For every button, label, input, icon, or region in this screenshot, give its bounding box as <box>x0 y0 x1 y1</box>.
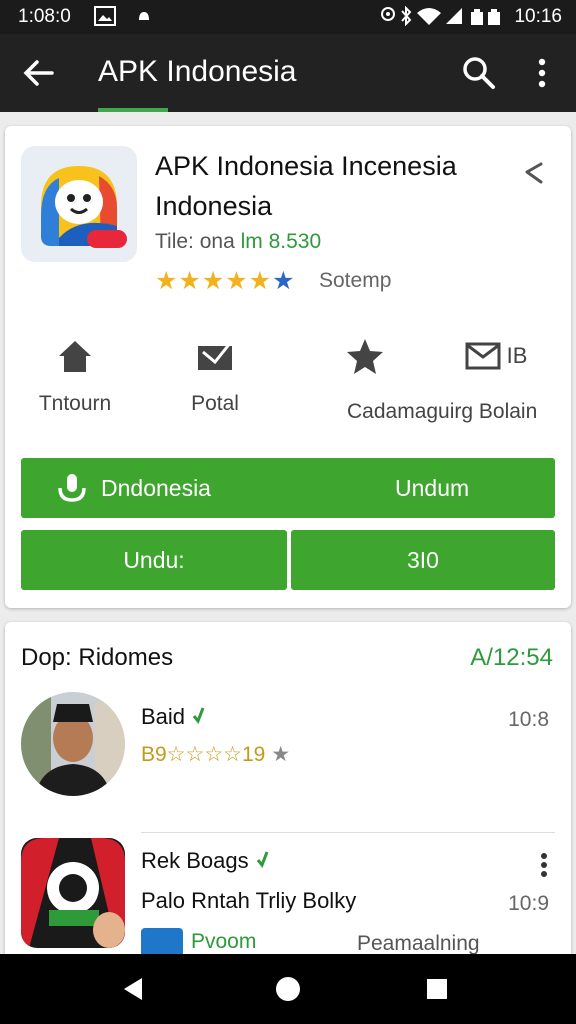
action-portal-label: Potal <box>191 392 239 415</box>
reviews-header-time: A/12:54 <box>470 644 553 671</box>
meta-prefix: Tile: ona <box>155 230 235 253</box>
reviewer-avatar <box>21 692 125 796</box>
divider <box>141 832 555 833</box>
app-bar: APK Indonesia <box>0 34 576 112</box>
action-mail-label: IB <box>506 343 528 368</box>
app-logo-icon <box>21 146 137 262</box>
install-button-secondary-label: Undum <box>395 475 470 501</box>
install-button[interactable]: Dndonesia Undum <box>21 458 555 518</box>
app-meta: Tile: ona lm 8.530 <box>155 230 321 254</box>
status-bar: 1:08:0 10:16 <box>0 0 576 34</box>
rating-label: Sotemp <box>319 269 392 292</box>
action-home[interactable]: Tntourn <box>25 336 125 436</box>
system-nav-bar <box>0 954 576 1024</box>
notification-icon <box>139 12 149 20</box>
app-name: APK Indonesia Incenesia Indonesia <box>155 151 457 221</box>
meta-value: lm 8.530 <box>240 230 322 253</box>
version-button[interactable]: 3I0 <box>291 530 555 590</box>
search-icon[interactable] <box>460 54 498 92</box>
action-mail[interactable]: IB <box>441 336 551 436</box>
action-home-label: Tntourn <box>38 392 112 415</box>
status-clock: 10:16 <box>514 6 562 27</box>
rating-row: ★★★★★★ Sotemp <box>155 266 415 296</box>
star-icon <box>347 339 383 374</box>
action-portal[interactable]: Potal <box>165 336 265 436</box>
page-title: APK Indonesia <box>98 55 297 88</box>
signal-icon <box>446 8 462 24</box>
tag-label: Pvoom <box>191 930 257 953</box>
review-item[interactable]: Baid 10:8 B9☆☆☆☆19 ★ <box>5 688 571 818</box>
reviewer-name: Rek Boags <box>141 848 269 874</box>
review-item[interactable]: Rek Boags Palo Rntah Trliy Bolky 10:9 Pv… <box>5 832 571 962</box>
rating-stars: ★★★★★★ <box>155 267 296 295</box>
bluetooth-icon <box>401 6 412 26</box>
download-button[interactable]: Undu: <box>21 530 287 590</box>
wifi-icon <box>417 8 441 25</box>
verified-icon <box>256 851 269 868</box>
reviewer-avatar <box>21 838 125 948</box>
share-icon[interactable] <box>521 158 551 188</box>
home-icon <box>59 341 91 372</box>
review-time: 10:9 <box>508 892 549 915</box>
verified-icon <box>193 707 205 724</box>
back-arrow-icon[interactable] <box>20 54 58 92</box>
tab-indicator <box>98 108 168 112</box>
review-status: Peamaalning <box>357 932 480 955</box>
nav-back-icon[interactable] <box>116 972 150 1006</box>
grey-star-icon: ★ <box>271 743 291 766</box>
mail-icon <box>465 342 501 370</box>
app-details-card: APK Indonesia Incenesia Indonesia Tile: … <box>5 126 571 608</box>
status-time: 1:08:0 <box>18 6 71 27</box>
reviews-header: Dop: Ridomes <box>21 644 174 671</box>
half-star-icon: ★ <box>272 267 296 295</box>
review-text: Palo Rntah Trliy Bolky <box>141 888 357 913</box>
inbox-icon <box>198 341 233 370</box>
location-icon <box>381 7 395 21</box>
reviewer-name: Baid <box>141 704 205 730</box>
nav-home-icon[interactable] <box>271 972 305 1006</box>
nav-recents-icon[interactable] <box>420 972 454 1006</box>
overflow-menu-icon[interactable] <box>528 54 556 92</box>
reviews-card: Dop: Ridomes A/12:54 Baid 10:8 B9☆☆☆☆19 … <box>5 622 571 962</box>
review-rating: B9☆☆☆☆19 ★ <box>141 743 291 766</box>
install-button-label: Dndonesia <box>101 475 211 501</box>
review-more-icon[interactable] <box>535 850 553 880</box>
gallery-icon <box>94 6 116 26</box>
review-time: 10:8 <box>508 708 549 731</box>
battery-icon <box>471 9 500 25</box>
download-icon <box>58 474 86 502</box>
